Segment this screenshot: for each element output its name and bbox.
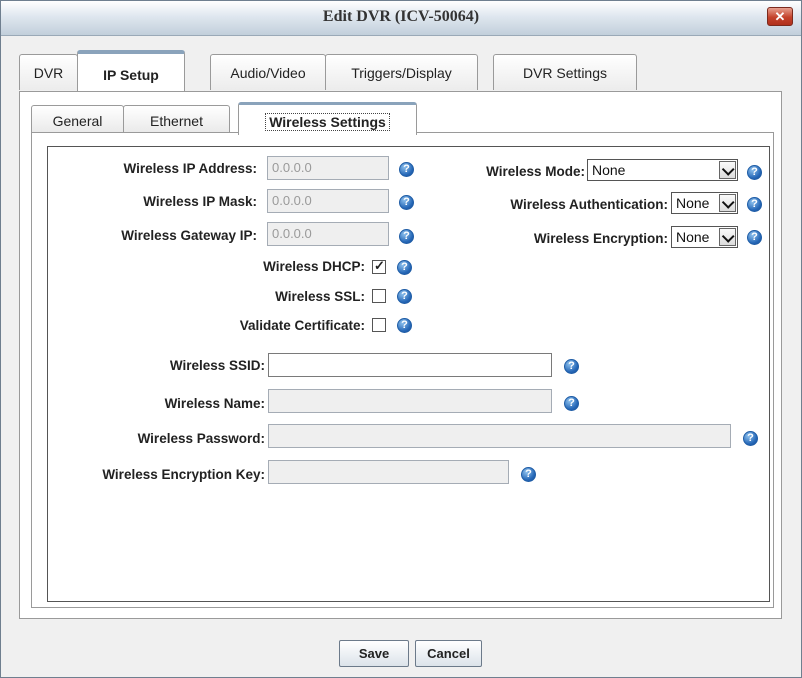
cancel-button[interactable]: Cancel [415,640,482,667]
encryption-select-value: None [676,229,710,245]
gateway-label: Wireless Gateway IP: [121,228,257,243]
authentication-select[interactable]: None [671,192,738,214]
close-button[interactable]: ✕ [767,7,793,26]
mode-select-value: None [592,162,626,178]
help-icon[interactable]: ? [747,165,762,180]
ssl-checkbox[interactable] [372,289,386,303]
ssl-label: Wireless SSL: [275,289,365,304]
encryption-key-label: Wireless Encryption Key: [102,467,265,482]
chevron-down-icon[interactable] [719,161,736,179]
authentication-select-value: None [676,195,710,211]
encryption-select[interactable]: None [671,226,738,248]
help-icon[interactable]: ? [397,260,412,275]
help-icon[interactable]: ? [564,359,579,374]
save-button[interactable]: Save [339,640,409,667]
help-icon[interactable]: ? [397,289,412,304]
chevron-down-icon[interactable] [719,194,736,212]
ssid-input[interactable] [268,353,552,377]
help-icon[interactable]: ? [399,195,414,210]
help-icon[interactable]: ? [564,396,579,411]
subtab-wireless-settings-label: Wireless Settings [265,113,390,131]
subtab-general[interactable]: General [31,105,124,133]
ip-mask-label: Wireless IP Mask: [143,194,257,209]
help-icon[interactable]: ? [397,318,412,333]
mode-label: Wireless Mode: [486,164,585,179]
encryption-label: Wireless Encryption: [533,231,668,246]
tab-ip-setup[interactable]: IP Setup [77,50,185,91]
title-bar[interactable]: Edit DVR (ICV-50064) ✕ [1,1,801,36]
tab-triggers-display[interactable]: Triggers/Display [325,54,478,90]
dhcp-label: Wireless DHCP: [263,259,365,274]
help-icon[interactable]: ? [747,197,762,212]
ip-address-field[interactable]: 0.0.0.0 [267,156,389,180]
help-icon[interactable]: ? [747,230,762,245]
ssid-label: Wireless SSID: [169,358,265,373]
mode-select[interactable]: None [587,159,738,181]
help-icon[interactable]: ? [399,162,414,177]
gateway-field[interactable]: 0.0.0.0 [267,222,389,246]
close-icon[interactable]: ✕ [775,9,786,24]
authentication-label: Wireless Authentication: [510,197,668,212]
ip-mask-field[interactable]: 0.0.0.0 [267,189,389,213]
ip-address-label: Wireless IP Address: [123,161,257,176]
help-icon[interactable]: ? [521,467,536,482]
encryption-key-input[interactable] [268,460,509,484]
validate-certificate-checkbox[interactable] [372,318,386,332]
chevron-down-icon[interactable] [719,228,736,246]
password-label: Wireless Password: [137,431,265,446]
window-title: Edit DVR (ICV-50064) [322,8,480,25]
help-icon[interactable]: ? [743,431,758,446]
name-label: Wireless Name: [164,396,265,411]
subtab-wireless-settings[interactable]: Wireless Settings [238,102,417,135]
dhcp-checkbox[interactable] [372,258,386,274]
subtab-ethernet[interactable]: Ethernet [123,105,230,133]
help-icon[interactable]: ? [399,229,414,244]
validate-certificate-label: Validate Certificate: [239,318,365,333]
tab-dvr-settings[interactable]: DVR Settings [493,54,637,90]
tab-dvr[interactable]: DVR [19,54,78,90]
name-input[interactable] [268,389,552,413]
password-input[interactable] [268,424,731,448]
tab-audio-video[interactable]: Audio/Video [210,54,326,90]
